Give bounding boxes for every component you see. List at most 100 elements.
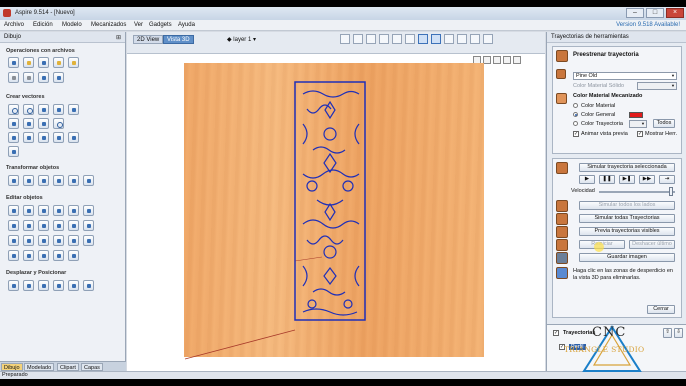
solid-color-select[interactable]	[637, 82, 677, 90]
show-model-icon[interactable]	[431, 34, 441, 44]
menu-ver[interactable]: Ver	[134, 22, 143, 28]
menu-gadgets[interactable]: Gadgets	[149, 22, 172, 28]
rotate-icon[interactable]	[53, 175, 64, 186]
undo-last-button[interactable]: Deshacer último	[629, 240, 675, 249]
tab-3d-view[interactable]: Vista 3D	[163, 35, 194, 44]
preview-visible-button[interactable]: Previa trayectorias visibles	[579, 227, 675, 236]
show-vectors-icon[interactable]	[444, 34, 454, 44]
general-color-swatch[interactable]	[629, 112, 643, 118]
play-button[interactable]: ▶	[579, 175, 595, 184]
menu-edicion[interactable]: Edición	[33, 22, 53, 28]
tab-dibujo[interactable]: Dibujo	[1, 363, 23, 371]
layer-dropdown[interactable]: ◆ layer 1 ▾	[227, 36, 256, 43]
import-bitmap-icon[interactable]	[8, 72, 19, 83]
star-icon[interactable]	[68, 104, 79, 115]
end-button[interactable]: ⇥	[659, 175, 675, 184]
export-icon[interactable]	[68, 57, 79, 68]
view-iso-icon[interactable]	[405, 34, 415, 44]
import-icon[interactable]	[53, 57, 64, 68]
arc-icon[interactable]	[23, 118, 34, 129]
snap-icon[interactable]	[340, 34, 350, 44]
delete-icon[interactable]	[83, 235, 94, 246]
smooth-icon[interactable]	[38, 235, 49, 246]
dimension-icon[interactable]	[38, 132, 49, 143]
text-icon[interactable]	[8, 132, 19, 143]
nest-icon[interactable]	[83, 220, 94, 231]
intersect-icon[interactable]	[38, 220, 49, 231]
join-icon[interactable]	[53, 205, 64, 216]
pause-button[interactable]: ❚❚	[599, 175, 615, 184]
polyline-icon[interactable]	[8, 118, 19, 129]
tab-clipart[interactable]: Clipart	[57, 363, 79, 371]
radio-color-material[interactable]	[573, 103, 578, 108]
menu-ayuda[interactable]: Ayuda	[178, 22, 195, 28]
text-on-curve-icon[interactable]	[23, 132, 34, 143]
speed-slider-track[interactable]	[599, 191, 675, 193]
close-vector-icon[interactable]	[23, 250, 34, 261]
show-tool-checkbox[interactable]: ✓	[637, 131, 643, 137]
open-file-icon[interactable]	[23, 57, 34, 68]
offset-icon[interactable]	[68, 220, 79, 231]
scissors-icon[interactable]	[38, 205, 49, 216]
trim-icon[interactable]	[53, 220, 64, 231]
curve-fit-icon[interactable]	[68, 250, 79, 261]
rectangle-icon[interactable]	[38, 104, 49, 115]
fit-text-icon[interactable]	[68, 132, 79, 143]
new-file-icon[interactable]	[8, 57, 19, 68]
bridge-icon[interactable]	[8, 250, 19, 261]
version-link[interactable]: Version 9.518 Available!	[616, 22, 680, 28]
simulate-all-sides-button[interactable]: Simular todos los lados	[579, 201, 675, 210]
align-left-icon[interactable]	[23, 280, 34, 291]
minimize-button[interactable]: –	[626, 8, 644, 18]
group-icon[interactable]	[38, 250, 49, 261]
measure-icon[interactable]	[83, 205, 94, 216]
toolpath-color-select[interactable]	[629, 120, 647, 128]
toolpaths-checkbox[interactable]: ✓	[553, 330, 559, 336]
background-icon[interactable]	[470, 34, 480, 44]
close-panel-button[interactable]: Cerrar	[647, 305, 675, 314]
size-icon[interactable]	[38, 175, 49, 186]
simulate-all-button[interactable]: Simular todas Trayectorias	[579, 214, 675, 223]
tab-capas[interactable]: Capas	[81, 363, 103, 371]
weld-icon[interactable]	[8, 220, 19, 231]
pin-icon[interactable]: ⊞	[116, 34, 121, 41]
3d-canvas[interactable]	[127, 54, 545, 371]
node-edit-icon[interactable]	[23, 205, 34, 216]
save-file-icon[interactable]	[38, 57, 49, 68]
tab-modelado[interactable]: Modelado	[24, 363, 55, 371]
menu-modelo[interactable]: Modelo	[62, 22, 82, 28]
polygon-icon[interactable]	[53, 104, 64, 115]
select-icon[interactable]	[8, 205, 19, 216]
ellipse-icon[interactable]	[23, 104, 34, 115]
array-copy-icon[interactable]	[8, 235, 19, 246]
lighting-icon[interactable]	[457, 34, 467, 44]
speed-slider-handle[interactable]	[669, 187, 673, 196]
mirror-icon[interactable]	[68, 175, 79, 186]
subtract-icon[interactable]	[23, 220, 34, 231]
arrow-right-icon[interactable]	[53, 235, 64, 246]
align-center-icon[interactable]	[8, 280, 19, 291]
align-top-icon[interactable]	[53, 280, 64, 291]
menu-mecanizados[interactable]: Mecanizados	[91, 22, 126, 28]
spline-icon[interactable]	[38, 118, 49, 129]
animate-preview-checkbox[interactable]: ✓	[573, 131, 579, 137]
grid-icon[interactable]	[366, 34, 376, 44]
step-button[interactable]: ▶❚	[619, 175, 635, 184]
todos-button[interactable]: Todos	[653, 119, 675, 128]
move-up-button[interactable]: ⇧	[663, 328, 672, 338]
close-button[interactable]: ×	[666, 8, 684, 18]
simulate-selected-button[interactable]: Simular trayectoria seleccionada	[579, 163, 675, 172]
fillet-icon[interactable]	[68, 205, 79, 216]
undo-icon[interactable]	[38, 72, 49, 83]
ungroup-icon[interactable]	[53, 250, 64, 261]
save-image-button[interactable]: Guardar imagen	[579, 253, 675, 262]
radio-color-trayectoria[interactable]	[573, 121, 578, 126]
redo-icon[interactable]	[53, 72, 64, 83]
circle-icon[interactable]	[8, 104, 19, 115]
move-icon[interactable]	[8, 175, 19, 186]
distribute-icon[interactable]	[83, 280, 94, 291]
arrow-curve-icon[interactable]	[68, 235, 79, 246]
align-icon[interactable]	[23, 175, 34, 186]
render-mode-icon[interactable]	[418, 34, 428, 44]
radio-color-general[interactable]	[573, 112, 578, 117]
